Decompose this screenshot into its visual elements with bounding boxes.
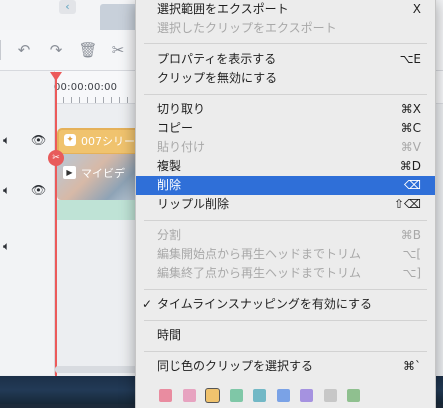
menu-item-label: 同じ色のクリップを選択する (157, 359, 314, 373)
timeline-scrollbar[interactable] (55, 366, 145, 373)
menu-item-trim-end-to-playhead: 編集終了点から再生ヘッドまでトリム ⌥] (136, 264, 435, 283)
menu-separator (144, 289, 427, 290)
color-swatch[interactable] (229, 389, 243, 402)
playhead-line[interactable] (55, 72, 57, 376)
media-thumbnail[interactable] (100, 4, 138, 30)
ruler-timecode: 00:00:00:00 (54, 82, 118, 93)
menu-separator (144, 43, 427, 44)
menu-item-label: 削除 (157, 178, 182, 192)
video-clip-label: マイビデ (81, 167, 125, 180)
menu-item-label: 複製 (157, 159, 182, 173)
menu-item-label: クリップを無効にする (157, 71, 278, 85)
menu-item-disable-clip[interactable]: クリップを無効にする (136, 69, 435, 88)
menu-item-shortcut: ⌥[ (402, 247, 421, 261)
title-clip-label: 007シリー (81, 135, 135, 148)
menu-item-shortcut: ⌥] (402, 266, 421, 280)
collapse-panel-button[interactable]: ‹ (59, 0, 76, 14)
menu-item-time[interactable]: 時間 (136, 326, 435, 345)
menu-item-ripple-delete[interactable]: リップル削除 ⇧⌫ (136, 195, 435, 214)
menu-separator (144, 94, 427, 95)
color-swatch[interactable] (182, 389, 196, 402)
eye-icon[interactable]: 👁︎ (31, 183, 46, 197)
color-swatch[interactable] (253, 389, 266, 402)
menu-item-delete[interactable]: 削除 ⌫ (136, 176, 435, 195)
chevron-left-icon: ‹ (65, 0, 70, 13)
menu-item-label: リップル削除 (157, 197, 230, 211)
delete-key-icon: ⌫ (404, 178, 421, 192)
color-swatch[interactable] (347, 389, 360, 402)
track-headers: 🔈︎ 👁︎ 🔈︎ 👁︎ 🔈︎ (0, 71, 55, 375)
menu-item-select-same-color[interactable]: 同じ色のクリップを選択する ⌘` (136, 357, 435, 376)
menu-separator (144, 220, 427, 221)
menu-item-label: 選択範囲をエクスポート (157, 2, 289, 16)
menu-separator (144, 320, 427, 321)
menu-item-label: 貼り付け (157, 140, 206, 154)
menu-item-split: 分割 ⌘B (136, 226, 435, 245)
menu-item-shortcut: X (412, 2, 421, 16)
menu-item-export-range[interactable]: 選択範囲をエクスポート X (136, 0, 435, 19)
menu-item-shortcut: ⇧⌫ (393, 197, 421, 211)
color-swatch[interactable] (206, 389, 219, 402)
menu-item-shortcut: ⌘` (403, 359, 421, 373)
menu-item-trim-start-to-playhead: 編集開始点から再生ヘッドまでトリム ⌥[ (136, 245, 435, 264)
menu-item-label: 編集終了点から再生ヘッドまでトリム (157, 266, 362, 280)
color-swatch[interactable] (300, 389, 313, 402)
eye-icon[interactable]: 👁︎ (31, 133, 46, 147)
menu-item-shortcut: ⌘C (400, 121, 421, 135)
menu-item-timeline-snapping[interactable]: ✓ タイムラインスナッピングを有効にする (136, 295, 435, 314)
color-swatch[interactable] (159, 389, 172, 402)
menu-item-shortcut: ⌘X (400, 102, 421, 116)
audio-clip[interactable] (57, 200, 147, 220)
menu-item-export-selected-clips: 選択したクリップをエクスポート (136, 19, 435, 38)
clip-context-menu: 選択範囲をエクスポート X 選択したクリップをエクスポート プロパティを表示する… (135, 0, 436, 408)
play-icon: ▶ (63, 166, 76, 179)
menu-item-duplicate[interactable]: 複製 ⌘D (136, 157, 435, 176)
menu-item-label: 選択したクリップをエクスポート (157, 21, 337, 35)
menu-item-shortcut: ⌘V (400, 140, 421, 154)
menu-item-cut[interactable]: 切り取り ⌘X (136, 100, 435, 119)
color-swatch[interactable] (323, 389, 337, 402)
checkmark-icon: ✓ (142, 297, 153, 311)
menu-item-label: 切り取り (157, 102, 206, 116)
menu-item-copy[interactable]: コピー ⌘C (136, 119, 435, 138)
redo-icon[interactable]: ↷ (46, 40, 66, 60)
menu-separator (144, 351, 427, 352)
title-clip-icon: ✦ (64, 134, 76, 146)
scissors-icon[interactable]: ✂ (108, 40, 128, 60)
toolbar-divider (0, 40, 1, 60)
color-swatch[interactable] (276, 389, 290, 402)
split-icon[interactable]: ✂ (48, 150, 64, 166)
menu-item-label: プロパティを表示する (157, 52, 277, 66)
menu-item-shortcut: ⌘D (399, 159, 421, 173)
speaker-icon[interactable]: 🔈︎ (3, 133, 10, 148)
undo-icon[interactable]: ↶ (14, 40, 34, 60)
ruler-ticks (55, 97, 145, 103)
speaker-icon[interactable]: 🔈︎ (3, 239, 10, 254)
menu-item-show-properties[interactable]: プロパティを表示する ⌥E (136, 50, 435, 69)
playhead-handle[interactable] (50, 72, 62, 81)
menu-item-label: コピー (157, 121, 194, 135)
video-clip[interactable]: ▶ マイビデ (57, 154, 147, 200)
menu-item-shortcut: ⌘B (400, 228, 421, 242)
menu-item-label: 編集開始点から再生ヘッドまでトリム (157, 247, 362, 261)
speaker-icon[interactable]: 🔈︎ (3, 183, 10, 198)
menu-item-label: 分割 (157, 228, 182, 242)
menu-item-shortcut: ⌥E (399, 52, 421, 66)
menu-item-paste: 貼り付け ⌘V (136, 138, 435, 157)
menu-item-label: 時間 (157, 328, 182, 342)
trash-icon[interactable]: 🗑 (78, 40, 98, 60)
menu-item-label: タイムラインスナッピングを有効にする (157, 297, 373, 311)
